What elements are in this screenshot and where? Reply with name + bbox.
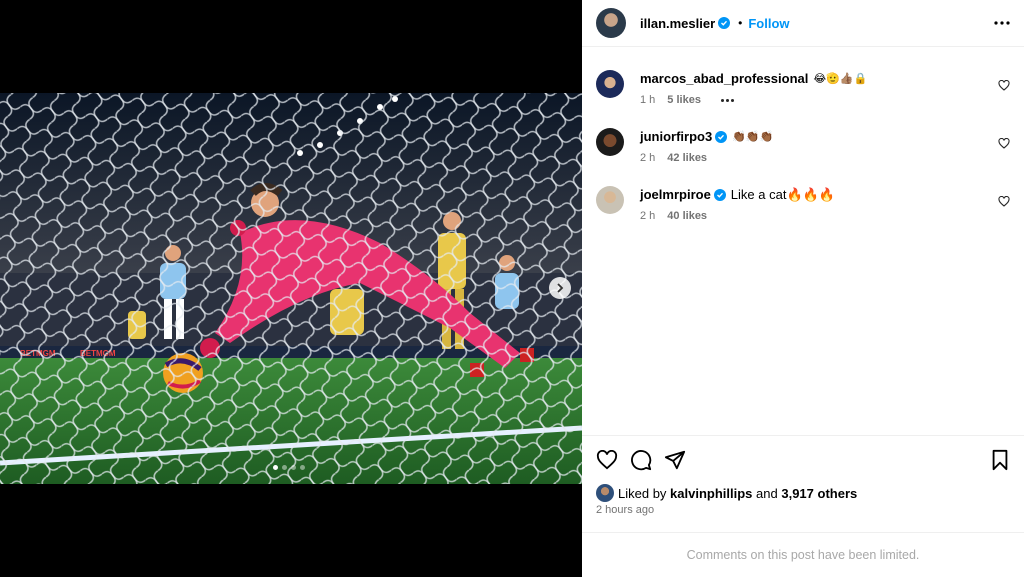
verified-badge-icon xyxy=(715,131,728,143)
carousel-dot xyxy=(291,465,296,470)
likes-others-link[interactable]: 3,917 others xyxy=(781,486,857,501)
next-photo-button[interactable] xyxy=(549,277,571,299)
comment-button[interactable] xyxy=(630,449,652,471)
heart-icon xyxy=(998,79,1010,91)
likes-prefix: Liked by xyxy=(618,485,667,501)
comment-time[interactable]: 1 h xyxy=(640,94,655,106)
comment-text: Like a cat🔥🔥🔥 xyxy=(730,187,835,202)
like-comment-button[interactable] xyxy=(998,78,1010,96)
post-time[interactable]: 2 hours ago xyxy=(596,504,654,516)
heart-icon xyxy=(998,137,1010,149)
comment-text: 😂🫡👍🏽🔒 xyxy=(813,72,868,85)
commenter-username[interactable]: joelmrpiroe xyxy=(640,186,711,204)
comment-likes[interactable]: 5 likes xyxy=(667,94,701,106)
comment-item: joelmrpiroe Like a cat🔥🔥🔥 2 h 40 likes xyxy=(596,186,1010,222)
author-avatar[interactable] xyxy=(596,8,626,38)
paper-plane-icon xyxy=(664,450,686,469)
post-actions-bar xyxy=(582,435,1024,483)
comment-item: juniorfirpo3 👏🏾👏🏾👏🏾 2 h 42 likes xyxy=(596,128,1010,164)
comment-bubble-icon xyxy=(631,449,652,470)
like-button[interactable] xyxy=(596,449,618,470)
chevron-right-icon xyxy=(557,283,564,293)
comment-text: 👏🏾👏🏾👏🏾 xyxy=(732,130,774,143)
verified-badge-icon xyxy=(718,17,731,29)
carousel-dot xyxy=(300,465,305,470)
likes-and: and xyxy=(756,485,778,501)
like-comment-button[interactable] xyxy=(998,136,1010,154)
likes-summary: Liked by kalvinphillips and 3,917 others xyxy=(596,484,857,502)
follow-button[interactable]: Follow xyxy=(748,16,789,31)
heart-icon xyxy=(596,449,618,469)
commenter-avatar[interactable] xyxy=(596,128,624,156)
football-scene: BETMGM BETMGM xyxy=(0,93,582,484)
comment-likes[interactable]: 42 likes xyxy=(667,152,707,164)
comment-likes[interactable]: 40 likes xyxy=(667,210,707,222)
like-comment-button[interactable] xyxy=(998,194,1010,212)
liker-avatar[interactable] xyxy=(596,484,614,502)
heart-icon xyxy=(998,195,1010,207)
comment-options-icon[interactable] xyxy=(720,98,734,102)
carousel-dot xyxy=(273,465,278,470)
separator-dot: • xyxy=(738,16,743,30)
share-button[interactable] xyxy=(664,449,686,471)
commenter-avatar[interactable] xyxy=(596,70,624,98)
carousel-indicator xyxy=(273,465,305,470)
post-modal: BETMGM BETMGM xyxy=(0,0,1024,577)
author-username[interactable]: illan.meslier xyxy=(640,16,715,31)
bookmark-icon xyxy=(992,449,1008,470)
commenter-username[interactable]: marcos_abad_professional xyxy=(640,70,808,88)
comments-list: marcos_abad_professional 😂🫡👍🏽🔒 1 h 5 lik… xyxy=(582,48,1024,436)
commenter-avatar[interactable] xyxy=(596,186,624,214)
liker-username[interactable]: kalvinphillips xyxy=(670,486,752,501)
comment-time[interactable]: 2 h xyxy=(640,152,655,164)
comment-item: marcos_abad_professional 😂🫡👍🏽🔒 1 h 5 lik… xyxy=(596,70,1010,106)
commenter-username[interactable]: juniorfirpo3 xyxy=(640,128,712,146)
post-header: illan.meslier • Follow xyxy=(582,0,1024,47)
ellipsis-icon xyxy=(994,21,1010,25)
carousel-dot xyxy=(282,465,287,470)
more-options-button[interactable] xyxy=(994,21,1010,25)
save-button[interactable] xyxy=(990,449,1010,471)
comment-time[interactable]: 2 h xyxy=(640,210,655,222)
comments-limited-notice: Comments on this post have been limited. xyxy=(582,532,1024,577)
post-photo: BETMGM BETMGM xyxy=(0,93,582,484)
media-pane: BETMGM BETMGM xyxy=(0,0,582,577)
post-details-panel: illan.meslier • Follow marcos_abad_profe… xyxy=(582,0,1024,577)
verified-badge-icon xyxy=(713,189,726,201)
